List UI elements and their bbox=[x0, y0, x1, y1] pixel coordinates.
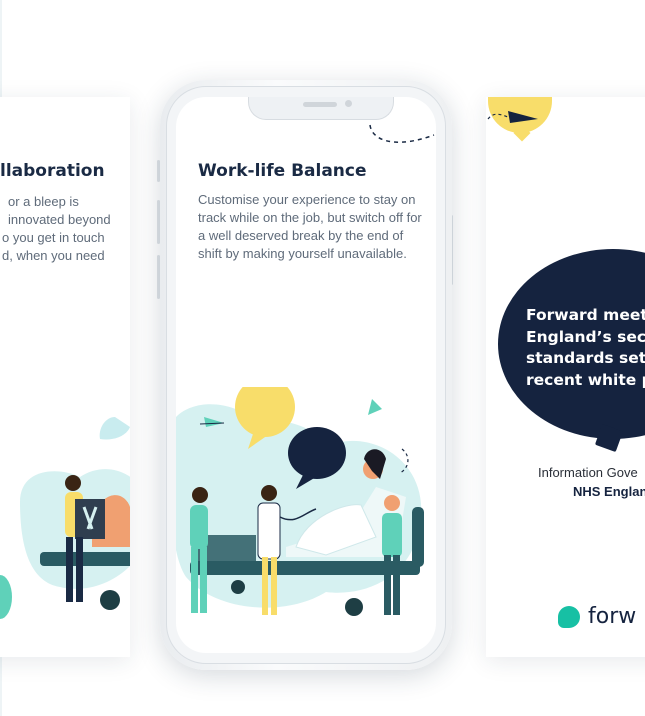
paper-plane-icon bbox=[368, 399, 382, 415]
front-camera bbox=[345, 100, 352, 107]
carer-torso bbox=[382, 513, 402, 557]
plant-leaf bbox=[0, 575, 12, 619]
forward-logo-icon bbox=[558, 606, 580, 628]
bed-wheel bbox=[345, 598, 363, 616]
card-title: llaboration bbox=[0, 161, 105, 181]
collaboration-illustration bbox=[0, 417, 130, 619]
doctor-coat bbox=[257, 502, 281, 560]
paper-plane-icon bbox=[487, 111, 538, 123]
card-text-line: d, when you need bbox=[2, 248, 105, 263]
person-leg bbox=[76, 537, 83, 602]
dashed-flight-path bbox=[369, 124, 435, 143]
card-text-line: o you get in touch bbox=[2, 230, 105, 245]
phone-screen: Work-life Balance Customise your experie… bbox=[176, 97, 436, 653]
nurse-head bbox=[192, 487, 208, 503]
nurse-leg bbox=[191, 547, 198, 613]
person-leg bbox=[66, 537, 73, 602]
nurse-leg bbox=[200, 547, 207, 613]
phone-mockup: Work-life Balance Customise your experie… bbox=[160, 80, 452, 670]
collaboration-card: llaboration or a bleep is innovated beyo… bbox=[0, 97, 130, 657]
xray-board bbox=[75, 499, 105, 539]
security-card: Forward meets England’s secur standards … bbox=[486, 97, 645, 657]
nurse-torso bbox=[190, 505, 208, 549]
phone-notch bbox=[248, 97, 394, 120]
carer-head bbox=[384, 495, 400, 511]
card-text-line: innovated beyond bbox=[8, 212, 111, 227]
security-line: Forward meets bbox=[526, 306, 645, 324]
background-blob bbox=[99, 417, 130, 440]
screen-title: Work-life Balance bbox=[198, 161, 367, 181]
speaker-grill bbox=[303, 102, 337, 107]
card-text-line: or a bleep is bbox=[8, 194, 79, 209]
work-life-illustration bbox=[176, 387, 424, 616]
bed-frame bbox=[40, 552, 130, 566]
bed-headboard bbox=[412, 507, 424, 567]
bed-wheel bbox=[100, 590, 120, 610]
security-line: recent white pa bbox=[526, 370, 645, 389]
caption-source: NHS Englan bbox=[573, 484, 645, 499]
bed-wheel bbox=[231, 580, 245, 594]
carer-leg bbox=[384, 555, 391, 615]
doctor-leg bbox=[271, 557, 277, 615]
person-head bbox=[65, 475, 81, 491]
screen-description: Customise your experience to stay on tra… bbox=[198, 192, 422, 261]
navy-speech-bubble-icon bbox=[288, 427, 346, 479]
doctor-leg bbox=[262, 557, 268, 615]
security-line: England’s secur bbox=[526, 327, 645, 346]
showcase-stage: llaboration or a bleep is innovated beyo… bbox=[0, 0, 645, 716]
security-line: standards set o bbox=[526, 349, 645, 367]
doctor-head bbox=[261, 485, 277, 501]
caption-line: Information Gove bbox=[538, 465, 638, 480]
forward-logo-text: forw bbox=[588, 604, 637, 629]
carer-leg bbox=[393, 555, 400, 615]
security-statement: Forward meets England’s secur standards … bbox=[526, 305, 645, 391]
